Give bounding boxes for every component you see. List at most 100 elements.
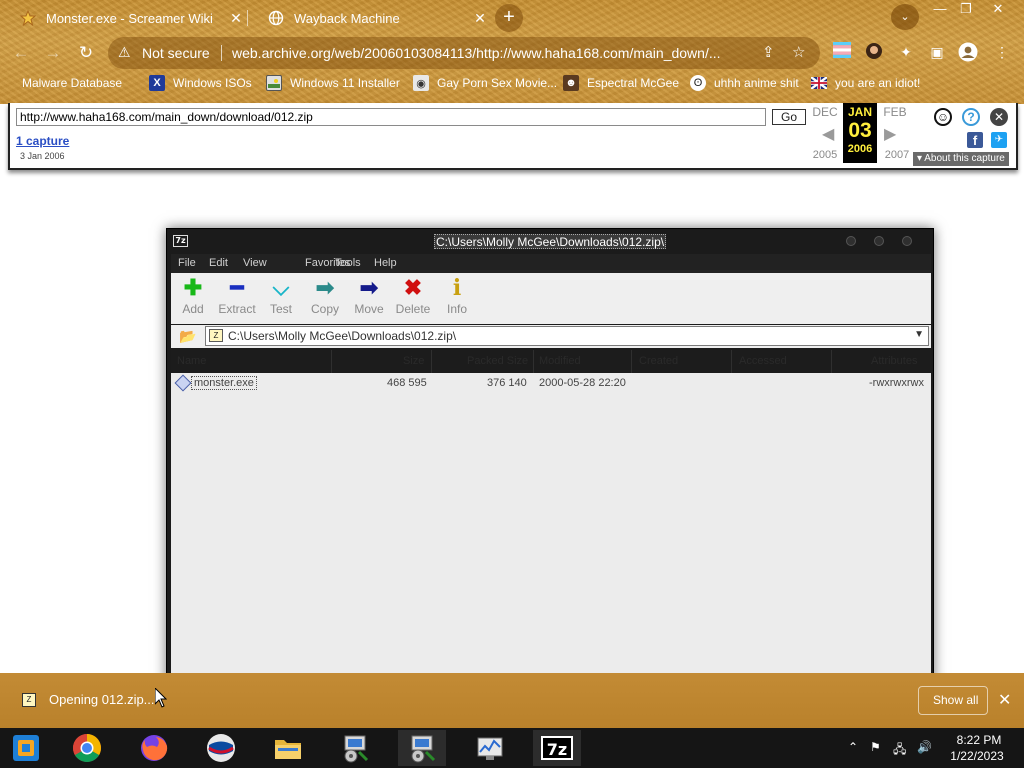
maximize-button[interactable] (874, 236, 884, 246)
info-button[interactable]: i Info (435, 275, 479, 316)
network-icon[interactable]: 🖧 (893, 740, 906, 761)
previous-month: DEC (812, 105, 838, 119)
vmware-workstation-icon[interactable] (2, 730, 50, 766)
menu-help[interactable]: Help (374, 257, 397, 269)
tool-label: Test (269, 302, 292, 316)
col-name[interactable]: Name (177, 355, 206, 367)
forward-button[interactable]: → (40, 40, 66, 66)
tab-search-button[interactable]: ⌄ (891, 4, 919, 30)
col-attributes[interactable]: Attributes (871, 355, 917, 367)
file-list[interactable]: monster.exe 468 595 376 140 2000-05-28 2… (171, 373, 931, 709)
help-icon[interactable]: ? (962, 108, 980, 126)
minimize-button[interactable] (846, 236, 856, 246)
file-name[interactable]: monster.exe (191, 376, 257, 390)
7zip-taskbar-icon[interactable]: 7z (533, 730, 581, 766)
file-explorer-icon[interactable] (264, 730, 312, 766)
col-modified[interactable]: Modified (539, 355, 581, 367)
tool-label: Extract (218, 302, 256, 316)
puzzle-extensions-icon[interactable]: ✦ (896, 42, 916, 62)
bookmark-malware-database[interactable]: Malware Database (16, 75, 122, 91)
profile-avatar-icon[interactable] (958, 42, 978, 62)
google-chrome-icon[interactable] (63, 730, 111, 766)
menu-view[interactable]: View (243, 257, 267, 269)
extract-button[interactable]: ━ Extract (215, 275, 259, 316)
info-icon: i (452, 275, 462, 301)
folder-up-icon[interactable]: 📂 (175, 327, 201, 345)
fandom-star-icon (20, 10, 36, 26)
wayback-url-input[interactable] (16, 108, 766, 126)
bookmark-uhhh-anime-shit[interactable]: ʘ uhhh anime shit (690, 75, 799, 91)
close-window-button[interactable]: ✕ (984, 0, 1012, 18)
clock-date[interactable]: 1/22/2023 (946, 749, 1008, 763)
captures-link[interactable]: 1 capture (16, 134, 69, 148)
bookmark-star-icon[interactable]: ☆ (792, 43, 805, 61)
action-center-flag-icon[interactable]: ⚑ (870, 740, 881, 754)
tool-label: Delete (395, 302, 431, 316)
mouse-cursor-icon (154, 686, 168, 708)
url-text[interactable]: web.archive.org/web/20060103084113/http:… (232, 45, 757, 61)
minimize-button[interactable]: — (926, 0, 954, 18)
menu-file[interactable]: File (178, 257, 196, 269)
facebook-icon[interactable]: f (967, 132, 983, 148)
download-item[interactable]: Z Opening 012.zip... (22, 692, 155, 707)
menu-edit[interactable]: Edit (209, 257, 228, 269)
new-tab-button[interactable]: + (495, 4, 523, 32)
col-accessed[interactable]: Accessed (739, 355, 787, 367)
about-this-capture-button[interactable]: ▾ About this capture (913, 152, 1009, 166)
dropdown-arrow-icon[interactable]: ▼ (914, 329, 924, 340)
col-size[interactable]: Size (403, 355, 424, 367)
bookmarks-bar: Malware Database X Windows ISOs Windows … (0, 72, 1024, 96)
more-menu-icon[interactable]: ⋮ (992, 42, 1012, 62)
bookmark-windows-11-installer[interactable]: Windows 11 Installer (266, 75, 400, 91)
delete-button[interactable]: ✖ Delete (391, 275, 435, 316)
tray-expand-icon[interactable]: ⌃ (848, 740, 858, 754)
col-packed-size[interactable]: Packed Size (467, 355, 528, 367)
close-download-bar-icon[interactable]: ✕ (998, 690, 1011, 710)
resource-monitor-icon[interactable] (466, 730, 514, 766)
bookmark-label: you are an idiot! (835, 76, 921, 90)
network-installer-2-icon[interactable] (398, 730, 446, 766)
tab-wayback-machine[interactable]: Wayback Machine ✕ (248, 4, 490, 32)
clock-time[interactable]: 8:22 PM (953, 733, 1005, 747)
capture-date-range: 3 Jan 2006 (20, 151, 65, 161)
back-button[interactable]: ← (8, 40, 34, 66)
reload-button[interactable]: ↻ (73, 40, 99, 66)
tab-screamer-wiki[interactable]: Monster.exe - Screamer Wiki ✕ (0, 4, 248, 32)
copy-button[interactable]: ➡ Copy (303, 275, 347, 316)
restore-button[interactable]: ❐ (952, 0, 980, 18)
volume-icon[interactable]: 🔊 (917, 740, 932, 754)
bookmark-espectral-mcgee[interactable]: ☻ Espectral McGee (563, 75, 679, 91)
tab-close-icon[interactable]: ✕ (470, 10, 490, 27)
file-attributes: -rwxrwxrwx (869, 377, 924, 389)
go-button[interactable]: Go (772, 109, 806, 125)
side-panel-icon[interactable]: ▣ (927, 42, 947, 62)
profile-extension-icon[interactable] (864, 42, 884, 62)
tab-close-icon[interactable]: ✕ (226, 10, 246, 27)
trans-flag-extension-icon[interactable] (832, 42, 852, 62)
close-button[interactable] (902, 236, 912, 246)
move-button[interactable]: ➡ Move (347, 275, 391, 316)
menu-tools[interactable]: Tools (335, 257, 361, 269)
show-all-button[interactable]: Show all (918, 686, 988, 715)
firefox-icon[interactable] (130, 730, 178, 766)
share-icon[interactable]: ⇪ (762, 43, 775, 61)
tab-title: Monster.exe - Screamer Wiki (46, 10, 213, 26)
path-combobox[interactable]: Z C:\Users\Molly McGee\Downloads\012.zip… (205, 326, 929, 346)
file-row[interactable]: monster.exe 468 595 376 140 2000-05-28 2… (171, 374, 931, 392)
address-bar[interactable]: ⚠ Not secure web.archive.org/web/2006010… (108, 37, 820, 69)
bookmark-windows-isos[interactable]: X Windows ISOs (149, 75, 252, 91)
twitter-icon[interactable]: ✈ (991, 132, 1007, 148)
bookmark-you-are-an-idiot[interactable]: you are an idiot! (811, 75, 920, 91)
close-toolbar-icon[interactable]: ✕ (990, 108, 1008, 126)
test-button[interactable]: ⌵ Test (259, 275, 303, 316)
user-account-icon[interactable]: ☺ (934, 108, 952, 126)
add-button[interactable]: ✚ Add (171, 275, 215, 316)
zip-toolbar: ✚ Add ━ Extract ⌵ Test ➡ Copy ➡ Move ✖ D… (171, 273, 931, 324)
arrow-right-icon: ➡ (315, 275, 335, 300)
bookmark-gay-porn-sex-movie[interactable]: ◉ Gay Porn Sex Movie... (413, 75, 557, 91)
network-installer-icon[interactable] (331, 730, 379, 766)
window-titlebar[interactable]: 7z C:\Users\Molly McGee\Downloads\012.zi… (167, 229, 933, 254)
col-created[interactable]: Created (639, 355, 678, 367)
opera-icon[interactable] (197, 730, 245, 766)
tool-label: Info (446, 302, 467, 316)
